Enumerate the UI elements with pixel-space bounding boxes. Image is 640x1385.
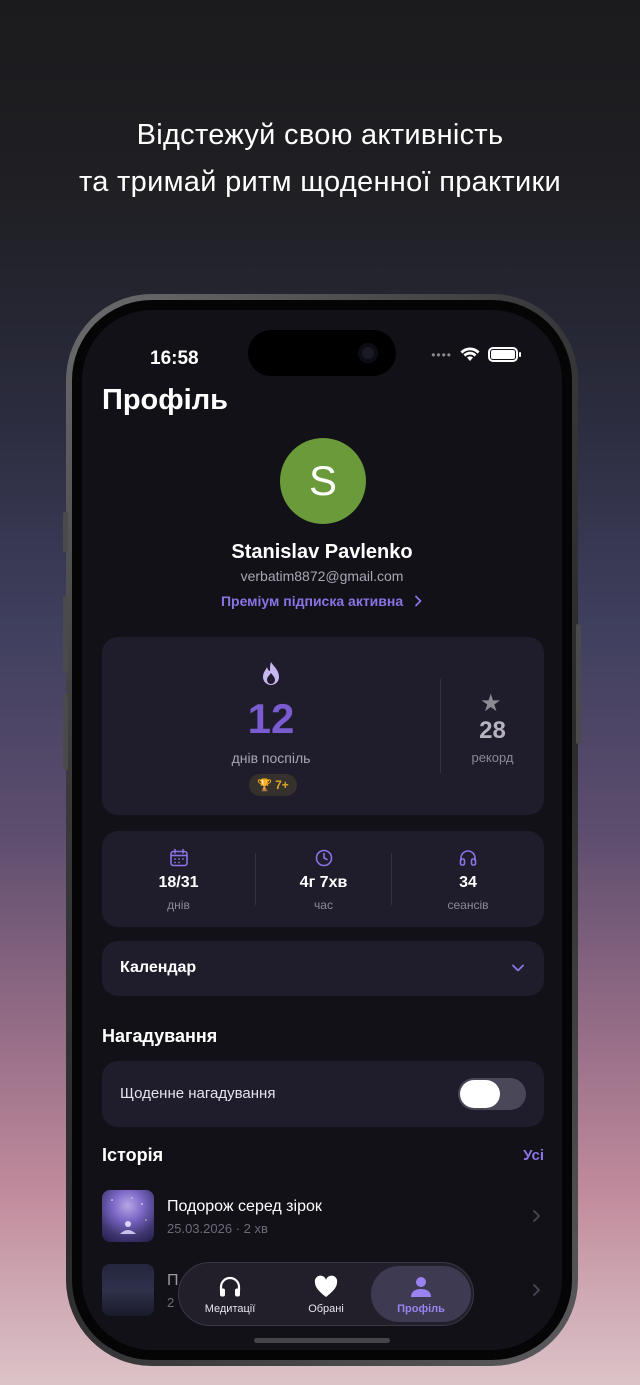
headphones-icon bbox=[459, 850, 477, 866]
phone-frame: 16:58 •••• Профіль S Stanislav Pavlenko … bbox=[63, 294, 581, 1366]
trophy-icon: 🏆 bbox=[257, 778, 273, 792]
stat-time-value: 4г 7хв bbox=[299, 874, 348, 891]
history-item[interactable]: Подорож серед зірок 25.03.2026 · 2 хв bbox=[102, 1190, 544, 1244]
chevron-right-icon bbox=[415, 595, 422, 607]
stat-time-label: час bbox=[314, 898, 333, 912]
page-title: Профіль bbox=[102, 384, 228, 416]
chevron-right-icon bbox=[533, 1284, 540, 1296]
heart-icon bbox=[314, 1275, 338, 1297]
stat-days-value: 18/31 bbox=[158, 874, 199, 891]
stat-days-label: днів bbox=[167, 898, 190, 912]
battery-icon bbox=[488, 347, 521, 362]
action-button bbox=[63, 512, 68, 552]
stat-sessions-label: сеансів bbox=[447, 898, 489, 912]
premium-subscription-link[interactable]: Преміум підписка активна bbox=[82, 593, 562, 609]
volume-up-button bbox=[63, 596, 68, 672]
history-heading: Історія bbox=[102, 1145, 164, 1165]
promo-line-1: Відстежуй свою активність bbox=[136, 119, 504, 151]
user-name: Stanislav Pavlenko bbox=[231, 541, 413, 563]
flame-icon bbox=[263, 662, 279, 685]
home-indicator bbox=[254, 1338, 390, 1343]
calendar-expander[interactable]: Календар bbox=[102, 941, 544, 996]
volume-down-button bbox=[63, 694, 68, 770]
streak-value: 12 bbox=[247, 695, 295, 742]
daily-reminder-row: Щоденне нагадування bbox=[102, 1061, 544, 1127]
history-item-title: Подорож серед зірок bbox=[167, 1198, 322, 1215]
history-item-subtitle: 25.03.2026 · 2 хв bbox=[167, 1221, 268, 1236]
tab-meditations[interactable]: Медитації bbox=[181, 1263, 279, 1325]
stat-sessions-value: 34 bbox=[459, 874, 477, 891]
tab-bar: Медитації Обрані Профіль bbox=[178, 1262, 474, 1326]
chevron-right-icon bbox=[533, 1210, 540, 1222]
status-time: 16:58 bbox=[150, 348, 199, 369]
tab-label: Профіль bbox=[397, 1303, 445, 1315]
streak-current: 12 днів поспіль 🏆 7+ bbox=[102, 637, 440, 815]
clock-icon bbox=[315, 849, 332, 867]
camera-icon bbox=[358, 343, 378, 363]
stat-time: 4г 7хв час bbox=[256, 831, 391, 927]
status-icons: •••• bbox=[431, 347, 521, 362]
avatar-letter: S bbox=[308, 457, 337, 504]
premium-link-label: Преміум підписка активна bbox=[220, 593, 404, 609]
history-item-title: П bbox=[167, 1272, 179, 1289]
session-thumbnail bbox=[102, 1190, 154, 1242]
tab-label: Медитації bbox=[204, 1303, 256, 1315]
daily-reminder-toggle[interactable] bbox=[458, 1078, 526, 1110]
avatar: S bbox=[280, 438, 366, 524]
reminders-heading: Нагадування bbox=[102, 1026, 218, 1046]
promo-headline: Відстежуй свою активність та тримай ритм… bbox=[0, 112, 640, 206]
wifi-icon bbox=[460, 347, 480, 361]
dynamic-island bbox=[248, 330, 396, 376]
history-item-subtitle: 2 bbox=[167, 1295, 175, 1310]
signal-dots-icon: •••• bbox=[431, 347, 452, 362]
calendar-label: Календар bbox=[120, 959, 197, 976]
promo-line-2: та тримай ритм щоденної практики bbox=[79, 166, 561, 198]
power-button bbox=[576, 624, 581, 744]
stat-sessions: 34 сеансів bbox=[392, 831, 544, 927]
tab-favorites[interactable]: Обрані bbox=[277, 1263, 375, 1325]
star-icon: ★ bbox=[480, 690, 502, 717]
calendar-icon bbox=[169, 848, 188, 867]
session-thumbnail bbox=[102, 1264, 154, 1316]
streak-record: ★ 28 рекорд bbox=[441, 637, 544, 815]
record-value: 28 bbox=[479, 717, 506, 744]
app-screen: 16:58 •••• Профіль S Stanislav Pavlenko … bbox=[82, 310, 562, 1350]
record-label: рекорд bbox=[471, 750, 514, 765]
toggle-knob bbox=[460, 1080, 500, 1108]
streak-badge: 🏆 7+ bbox=[249, 774, 297, 796]
stat-days: 18/31 днів bbox=[102, 831, 255, 927]
stats-card: 18/31 днів 4г 7хв час 34 сеансів bbox=[102, 831, 544, 927]
streak-label: днів поспіль bbox=[231, 750, 311, 766]
streak-card: 12 днів поспіль 🏆 7+ ★ 28 рекорд bbox=[102, 637, 544, 815]
headphones-icon bbox=[219, 1276, 241, 1297]
chevron-down-icon bbox=[512, 964, 524, 972]
person-icon bbox=[411, 1277, 431, 1297]
tab-profile[interactable]: Профіль bbox=[371, 1266, 471, 1322]
history-all-link[interactable]: Усі bbox=[523, 1147, 544, 1164]
user-email: verbatim8872@gmail.com bbox=[240, 568, 404, 584]
streak-badge-value: 7+ bbox=[275, 778, 289, 792]
daily-reminder-label: Щоденне нагадування bbox=[120, 1085, 276, 1102]
tab-label: Обрані bbox=[308, 1303, 344, 1315]
